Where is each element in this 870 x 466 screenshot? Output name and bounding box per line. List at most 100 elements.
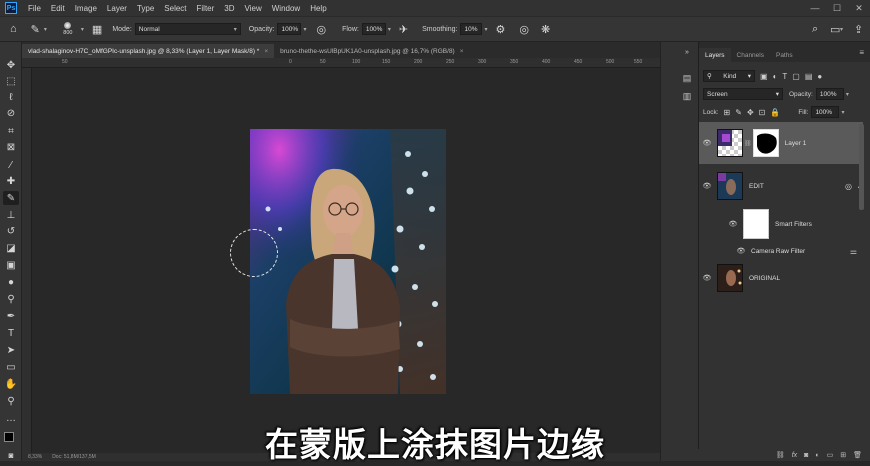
- close-icon[interactable]: ×: [460, 48, 464, 55]
- zoom-tool-icon[interactable]: ⚲: [3, 394, 19, 408]
- blur-tool-icon[interactable]: ●: [3, 275, 19, 289]
- flow-field[interactable]: 100%: [361, 23, 386, 35]
- panel-menu-icon[interactable]: ≡: [859, 48, 864, 57]
- adjustment-layer-icon[interactable]: ◐: [815, 452, 819, 459]
- mask-link-icon[interactable]: ⛓: [744, 140, 752, 147]
- pen-tool-icon[interactable]: ✒: [3, 309, 19, 323]
- menu-file[interactable]: File: [23, 4, 46, 13]
- smoothing-options-gear-icon[interactable]: ⚙: [496, 23, 506, 36]
- camera-raw-filter-row[interactable]: 👁 Camera Raw Filter ⚌: [699, 244, 863, 258]
- eyedropper-tool-icon[interactable]: ⁄: [3, 158, 19, 172]
- smoothing-caret-icon[interactable]: ▾: [484, 26, 487, 33]
- brush-tool-icon[interactable]: ✎: [3, 191, 19, 205]
- crop-tool-icon[interactable]: ⌗: [3, 124, 19, 138]
- healing-tool-icon[interactable]: ✚: [3, 174, 19, 188]
- minimize-button[interactable]: —: [804, 0, 826, 16]
- symmetry-icon[interactable]: ❋: [541, 23, 550, 36]
- smart-filters-row[interactable]: 👁 Smart Filters: [699, 206, 863, 242]
- menu-select[interactable]: Select: [159, 4, 191, 13]
- pixel-filter-icon[interactable]: ▣: [760, 72, 768, 81]
- eye-icon[interactable]: 👁: [699, 139, 715, 147]
- airbrush-icon[interactable]: ✈: [399, 23, 408, 36]
- fill-field[interactable]: 100%: [811, 106, 840, 118]
- collapse-panels-icon[interactable]: »: [680, 46, 694, 58]
- brush-tool-icon[interactable]: ✎: [31, 23, 40, 36]
- workspace-caret-icon[interactable]: ▾: [840, 26, 843, 33]
- history-panel-icon[interactable]: ▤: [680, 72, 694, 84]
- tab-layers[interactable]: Layers: [699, 48, 731, 62]
- lock-transparent-icon[interactable]: ⊞: [724, 108, 731, 117]
- rectangle-tool-icon[interactable]: ▭: [3, 360, 19, 374]
- menu-type[interactable]: Type: [132, 4, 159, 13]
- eye-icon[interactable]: 👁: [699, 274, 715, 282]
- layer-mask-thumbnail[interactable]: [752, 129, 779, 157]
- flow-caret-icon[interactable]: ▾: [388, 26, 391, 33]
- original-layer-thumbnail[interactable]: [717, 264, 743, 292]
- smoothing-field[interactable]: 10%: [460, 23, 483, 35]
- lock-artboard-icon[interactable]: ⊡: [759, 108, 766, 117]
- tab-paths[interactable]: Paths: [770, 48, 799, 62]
- menu-edit[interactable]: Edit: [46, 4, 70, 13]
- share-icon[interactable]: ⇪: [854, 23, 863, 36]
- eye-icon[interactable]: 👁: [699, 182, 715, 190]
- layer-row-original[interactable]: 👁 ORIGINAL: [699, 260, 863, 296]
- properties-panel-icon[interactable]: ▥: [680, 90, 694, 102]
- close-window-button[interactable]: ✕: [848, 0, 870, 16]
- workspace-icon[interactable]: ▭: [830, 23, 840, 36]
- brush-settings-icon[interactable]: ▦: [92, 23, 102, 36]
- menu-help[interactable]: Help: [305, 4, 331, 13]
- document-image[interactable]: [250, 129, 446, 394]
- type-tool-icon[interactable]: T: [3, 326, 19, 340]
- tab-document-1[interactable]: vlad-shalaginov-H7C_oMfGPIc-unsplash.jpg…: [22, 44, 275, 58]
- shape-filter-icon[interactable]: ▢: [792, 72, 800, 81]
- lock-all-icon[interactable]: 🔒: [770, 108, 780, 117]
- mode-select[interactable]: Normal ▾: [134, 23, 241, 35]
- menu-image[interactable]: Image: [70, 4, 102, 13]
- add-mask-icon[interactable]: ◙: [804, 452, 808, 459]
- blend-mode-select[interactable]: Screen ▾: [703, 88, 783, 100]
- dodge-tool-icon[interactable]: ⚲: [3, 292, 19, 306]
- eye-icon[interactable]: 👁: [725, 220, 741, 228]
- marquee-tool-icon[interactable]: ⬚: [3, 74, 19, 88]
- new-layer-icon[interactable]: ⊞: [840, 451, 846, 459]
- link-layers-icon[interactable]: ⛓: [776, 451, 785, 459]
- brush-preset-caret-icon[interactable]: ▾: [81, 26, 84, 33]
- menu-window[interactable]: Window: [267, 4, 305, 13]
- layer-opacity-field[interactable]: 100%: [815, 88, 844, 100]
- adjustment-filter-icon[interactable]: ◐: [773, 72, 778, 81]
- move-tool-icon[interactable]: ✥: [3, 58, 19, 72]
- clone-stamp-tool-icon[interactable]: ⊥: [3, 208, 19, 222]
- history-brush-tool-icon[interactable]: ↺: [3, 224, 19, 238]
- menu-filter[interactable]: Filter: [192, 4, 220, 13]
- opacity-caret-icon[interactable]: ▾: [846, 91, 849, 98]
- layers-scrollbar[interactable]: [859, 124, 864, 210]
- layer-1-thumbnail[interactable]: [717, 129, 743, 157]
- gradient-tool-icon[interactable]: ▣: [3, 258, 19, 272]
- menu-3d[interactable]: 3D: [219, 4, 239, 13]
- opacity-field[interactable]: 100%: [277, 23, 302, 35]
- lasso-tool-icon[interactable]: ℓ: [3, 90, 19, 104]
- menu-view[interactable]: View: [240, 4, 267, 13]
- edit-layer-thumbnail[interactable]: [717, 172, 743, 200]
- quick-select-tool-icon[interactable]: ⊘: [3, 106, 19, 120]
- tab-channels[interactable]: Channels: [731, 48, 770, 62]
- pressure-opacity-icon[interactable]: ◎: [316, 23, 326, 36]
- frame-tool-icon[interactable]: ⊠: [3, 140, 19, 154]
- smart-object-filter-icon[interactable]: ▤: [805, 72, 813, 81]
- tool-preset-caret-icon[interactable]: ▾: [44, 26, 47, 33]
- path-selection-tool-icon[interactable]: ➤: [3, 343, 19, 357]
- delete-layer-icon[interactable]: 🗑: [853, 451, 862, 459]
- pressure-size-icon[interactable]: ◎: [519, 23, 529, 36]
- eye-icon[interactable]: 👁: [733, 247, 749, 255]
- home-icon[interactable]: ⌂: [10, 23, 17, 35]
- type-filter-icon[interactable]: T: [782, 72, 787, 81]
- maximize-button[interactable]: ☐: [826, 0, 848, 16]
- layer-row-layer-1[interactable]: 👁 ⛓ Layer 1: [699, 122, 863, 164]
- brush-preset-picker[interactable]: 800: [57, 19, 79, 39]
- close-icon[interactable]: ×: [264, 48, 268, 55]
- fill-caret-icon[interactable]: ▾: [841, 109, 844, 116]
- eraser-tool-icon[interactable]: ◪: [3, 241, 19, 255]
- filter-toggle-icon[interactable]: ●: [817, 72, 822, 81]
- new-group-icon[interactable]: ▭: [827, 451, 834, 459]
- fx-icon[interactable]: fx: [792, 452, 797, 459]
